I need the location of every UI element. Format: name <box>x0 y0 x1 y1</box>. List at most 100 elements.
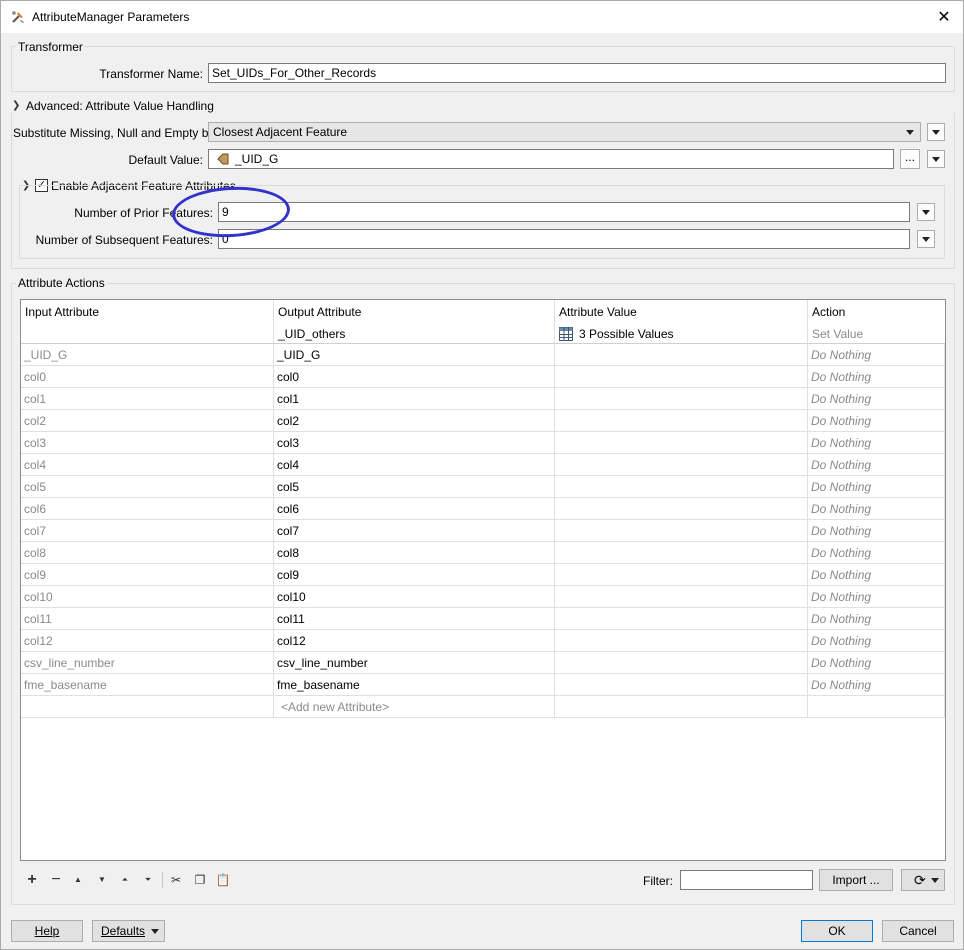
cancel-button[interactable]: Cancel <box>882 920 954 942</box>
cell-input[interactable]: col4 <box>21 454 274 476</box>
paste-icon[interactable]: 📋 <box>214 871 232 889</box>
table-row[interactable]: col7 col7 Do Nothing <box>21 520 945 542</box>
cell-output[interactable]: col2 <box>274 410 555 432</box>
cell-action[interactable]: Do Nothing <box>808 476 945 498</box>
cell-input[interactable]: col7 <box>21 520 274 542</box>
table-row[interactable]: col1 col1 Do Nothing <box>21 388 945 410</box>
cell-value[interactable] <box>555 432 808 454</box>
cell-value[interactable] <box>555 344 808 366</box>
cell-output[interactable]: csv_line_number <box>274 652 555 674</box>
cell-output[interactable]: col6 <box>274 498 555 520</box>
add-row-cell-value[interactable] <box>555 696 808 718</box>
cell-value[interactable] <box>555 564 808 586</box>
cell-output[interactable]: col3 <box>274 432 555 454</box>
table-row[interactable]: col2 col2 Do Nothing <box>21 410 945 432</box>
remove-icon[interactable]: − <box>47 871 65 889</box>
cell-action[interactable]: Do Nothing <box>808 586 945 608</box>
cell-action[interactable]: Do Nothing <box>808 608 945 630</box>
ok-button[interactable]: OK <box>801 920 873 942</box>
cell-value[interactable] <box>555 542 808 564</box>
cell-input[interactable]: col11 <box>21 608 274 630</box>
column-header-action[interactable]: Action Set Value <box>808 300 945 344</box>
cell-input[interactable]: col10 <box>21 586 274 608</box>
table-row[interactable]: col12 col12 Do Nothing <box>21 630 945 652</box>
cell-output[interactable]: col8 <box>274 542 555 564</box>
move-up-icon[interactable]: ▲ <box>69 871 87 889</box>
cell-action[interactable]: Do Nothing <box>808 542 945 564</box>
cell-action[interactable]: Do Nothing <box>808 674 945 696</box>
add-attribute-row[interactable]: <Add new Attribute> <box>21 696 945 718</box>
subsequent-features-input[interactable]: 0 <box>218 229 910 249</box>
cell-action[interactable]: Do Nothing <box>808 630 945 652</box>
prior-features-input[interactable]: 9 <box>218 202 910 222</box>
table-row[interactable]: col4 col4 Do Nothing <box>21 454 945 476</box>
substitute-options-button[interactable] <box>927 123 945 141</box>
cell-input[interactable]: col8 <box>21 542 274 564</box>
column-header-value[interactable]: Attribute Value 3 Possible Values <box>555 300 808 344</box>
cell-action[interactable]: Do Nothing <box>808 388 945 410</box>
import-button[interactable]: Import ... <box>819 869 893 891</box>
filter-input[interactable] <box>680 870 813 890</box>
cell-value[interactable] <box>555 674 808 696</box>
substitute-select[interactable]: Closest Adjacent Feature <box>208 122 921 142</box>
column-header-input[interactable]: Input Attribute <box>21 300 274 344</box>
cell-action[interactable]: Do Nothing <box>808 344 945 366</box>
cell-value[interactable] <box>555 652 808 674</box>
add-row-cell-output[interactable]: <Add new Attribute> <box>274 696 555 718</box>
table-row[interactable]: col6 col6 Do Nothing <box>21 498 945 520</box>
table-row[interactable]: col8 col8 Do Nothing <box>21 542 945 564</box>
cell-action[interactable]: Do Nothing <box>808 366 945 388</box>
cell-value[interactable] <box>555 388 808 410</box>
cell-input[interactable]: col6 <box>21 498 274 520</box>
table-row[interactable]: col11 col11 Do Nothing <box>21 608 945 630</box>
default-value-options-button[interactable] <box>927 150 945 168</box>
cell-output[interactable]: col10 <box>274 586 555 608</box>
column-header-output[interactable]: Output Attribute _UID_others <box>274 300 555 344</box>
cell-action[interactable]: Do Nothing <box>808 410 945 432</box>
cell-output[interactable]: col1 <box>274 388 555 410</box>
cell-action[interactable]: Do Nothing <box>808 520 945 542</box>
add-row-cell-input[interactable] <box>21 696 274 718</box>
subsequent-features-options-button[interactable] <box>917 230 935 248</box>
cell-value[interactable] <box>555 410 808 432</box>
table-row[interactable]: col0 col0 Do Nothing <box>21 366 945 388</box>
cell-action[interactable]: Do Nothing <box>808 652 945 674</box>
cell-output[interactable]: col12 <box>274 630 555 652</box>
cell-input[interactable]: csv_line_number <box>21 652 274 674</box>
cell-input[interactable]: col1 <box>21 388 274 410</box>
cell-input[interactable]: col5 <box>21 476 274 498</box>
cell-input[interactable]: col12 <box>21 630 274 652</box>
cell-value[interactable] <box>555 586 808 608</box>
reset-menu-button[interactable]: ⟳ <box>901 869 945 891</box>
cell-value[interactable] <box>555 498 808 520</box>
table-row[interactable]: _UID_G _UID_G Do Nothing <box>21 344 945 366</box>
add-row-cell-action[interactable] <box>808 696 945 718</box>
cell-input[interactable]: fme_basename <box>21 674 274 696</box>
cell-output[interactable]: col11 <box>274 608 555 630</box>
cell-output[interactable]: fme_basename <box>274 674 555 696</box>
prior-features-options-button[interactable] <box>917 203 935 221</box>
defaults-button[interactable]: Defaults <box>92 920 165 942</box>
cell-value[interactable] <box>555 630 808 652</box>
cell-input[interactable]: col2 <box>21 410 274 432</box>
cell-value[interactable] <box>555 366 808 388</box>
cell-input[interactable]: col0 <box>21 366 274 388</box>
table-row[interactable]: fme_basename fme_basename Do Nothing <box>21 674 945 696</box>
cell-output[interactable]: col7 <box>274 520 555 542</box>
cell-input[interactable]: col9 <box>21 564 274 586</box>
close-icon[interactable]: ✕ <box>929 5 959 29</box>
table-row[interactable]: csv_line_number csv_line_number Do Nothing <box>21 652 945 674</box>
table-row[interactable]: col5 col5 Do Nothing <box>21 476 945 498</box>
output-subheader[interactable]: _UID_others <box>278 327 345 341</box>
table-row[interactable]: col10 col10 Do Nothing <box>21 586 945 608</box>
transformer-name-input[interactable]: Set_UIDs_For_Other_Records <box>208 63 946 83</box>
cell-action[interactable]: Do Nothing <box>808 432 945 454</box>
cell-output[interactable]: col9 <box>274 564 555 586</box>
advanced-collapse-chevron-icon[interactable]: ❯ <box>12 100 20 111</box>
table-row[interactable]: col9 col9 Do Nothing <box>21 564 945 586</box>
cell-input[interactable]: col3 <box>21 432 274 454</box>
cell-action[interactable]: Do Nothing <box>808 564 945 586</box>
cell-action[interactable]: Do Nothing <box>808 454 945 476</box>
cell-input[interactable]: _UID_G <box>21 344 274 366</box>
cell-output[interactable]: _UID_G <box>274 344 555 366</box>
